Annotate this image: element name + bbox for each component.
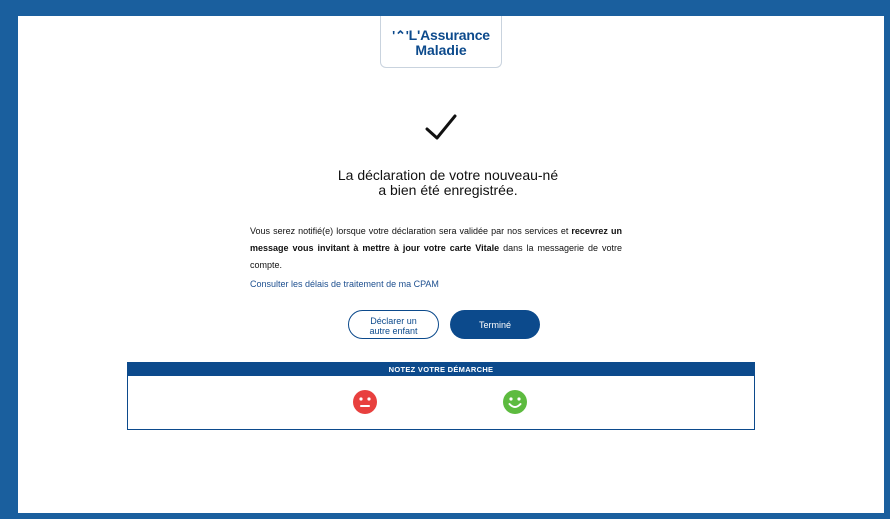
happy-face-icon[interactable] — [502, 389, 528, 415]
logo-mark-icon: '⌃' — [392, 28, 409, 43]
done-button[interactable]: Terminé — [450, 310, 540, 339]
confirmation-title: La déclaration de votre nouveau-né a bie… — [248, 168, 648, 198]
neutral-face-icon[interactable] — [352, 389, 378, 415]
cpam-delays-link[interactable]: Consulter les délais de traitement de ma… — [250, 279, 439, 289]
confirmation-title-line1: La déclaration de votre nouveau-né — [337, 167, 559, 183]
declare-other-child-button[interactable]: Déclarer un autre enfant — [348, 310, 439, 339]
logo-text-line1: L'Assurance — [408, 27, 490, 43]
checkmark-icon — [425, 114, 457, 140]
rating-panel: NOTEZ VOTRE DÉMARCHE — [127, 362, 755, 430]
confirmation-message: Vous serez notifié(e) lorsque votre décl… — [250, 223, 622, 274]
declare-other-line1: Déclarer un — [370, 316, 417, 326]
confirmation-title-line2: a bien été enregistrée. — [378, 182, 518, 198]
logo-text-line2: Maladie — [415, 42, 467, 58]
rating-title: NOTEZ VOTRE DÉMARCHE — [128, 363, 754, 376]
assurance-maladie-logo[interactable]: '⌃'L'Assurance Maladie — [380, 16, 502, 68]
message-part1: Vous serez notifié(e) lorsque votre décl… — [250, 226, 569, 236]
declare-other-line2: autre enfant — [369, 326, 418, 336]
page-frame: '⌃'L'Assurance Maladie La déclaration de… — [18, 16, 884, 513]
